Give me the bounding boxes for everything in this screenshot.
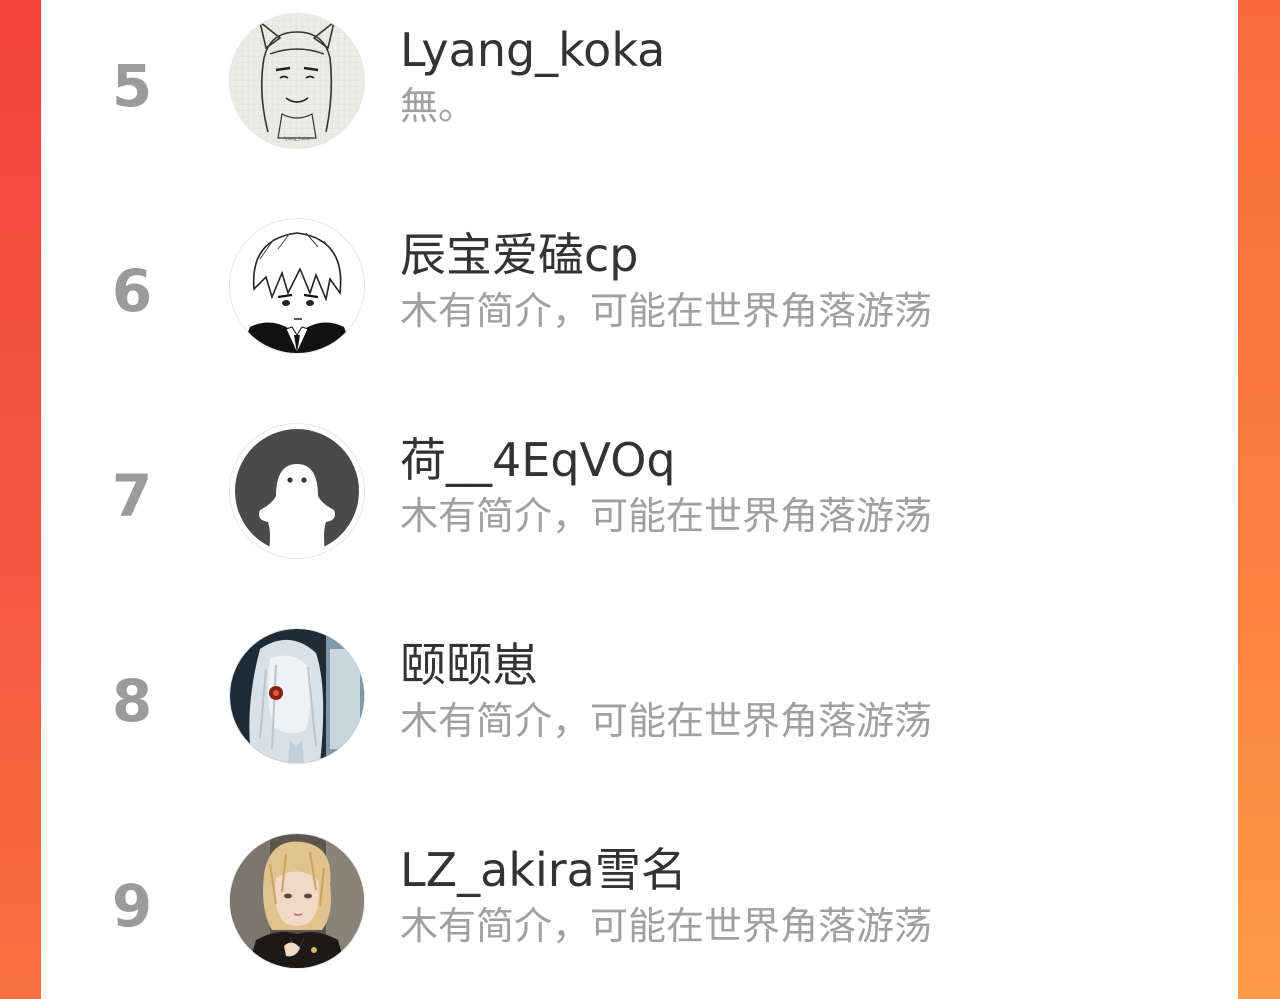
user-name[interactable]: Lyang_koka xyxy=(400,27,665,73)
user-bio: 木有简介，可能在世界角落游荡 xyxy=(400,494,933,538)
list-item[interactable]: 7 荷__4EqVOq 木有简介，可能在世界角落游荡 xyxy=(41,420,1238,570)
right-frame xyxy=(1238,0,1280,999)
avatar[interactable] xyxy=(230,219,364,353)
user-bio: 木有简介，可能在世界角落游荡 xyxy=(400,699,933,743)
anime-silver-hair-avatar-icon xyxy=(230,629,364,763)
svg-text:lyang_koka: lyang_koka xyxy=(284,136,310,142)
avatar[interactable] xyxy=(230,834,364,968)
avatar[interactable] xyxy=(230,629,364,763)
user-name[interactable]: 荷__4EqVOq xyxy=(400,437,676,483)
left-frame xyxy=(0,0,41,999)
sketch-girl-avatar-icon: lyang_koka xyxy=(230,14,364,148)
user-name[interactable]: LZ_akira雪名 xyxy=(400,847,687,893)
list-item[interactable]: 6 辰宝爱磕cp 木有简介，可能在世界角落游荡 xyxy=(41,215,1238,365)
rank-number: 6 xyxy=(111,257,153,325)
user-bio: 木有简介，可能在世界角落游荡 xyxy=(400,904,933,948)
user-bio: 無。 xyxy=(400,84,477,128)
rank-number: 8 xyxy=(111,667,153,735)
list-item[interactable]: 9 LZ_akira雪名 木有简介，可能在世界角落游荡 xyxy=(41,830,1238,980)
ranking-list: 5 lyang_koka Lyang_koka 無。 6 辰宝爱磕cp 木有简介… xyxy=(41,0,1238,999)
manga-boy-avatar-icon xyxy=(230,219,364,353)
rank-number: 7 xyxy=(111,462,153,530)
avatar[interactable] xyxy=(230,424,364,558)
rank-number: 9 xyxy=(111,872,153,940)
avatar[interactable]: lyang_koka xyxy=(230,14,364,148)
user-name[interactable]: 颐颐崽 xyxy=(400,642,538,688)
list-item[interactable]: 5 lyang_koka Lyang_koka 無。 xyxy=(41,10,1238,160)
user-name[interactable]: 辰宝爱磕cp xyxy=(400,232,639,278)
blonde-cosplay-avatar-icon xyxy=(230,834,364,968)
user-bio: 木有简介，可能在世界角落游荡 xyxy=(400,289,933,333)
rank-number: 5 xyxy=(111,52,153,120)
default-ghost-avatar-icon xyxy=(230,424,364,558)
list-item[interactable]: 8 颐颐崽 木有简介，可能在世界角落游荡 xyxy=(41,625,1238,775)
